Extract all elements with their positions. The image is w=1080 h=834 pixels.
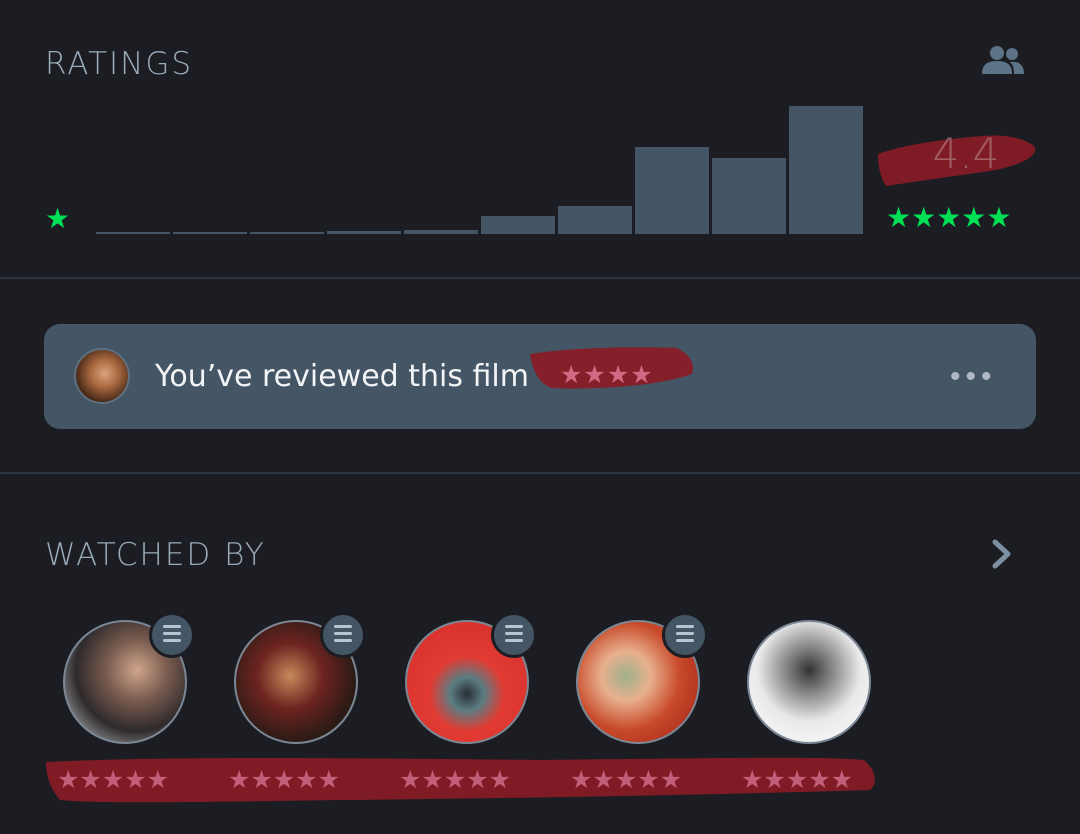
review-card[interactable]: You’ve reviewed this film ★★★★ •••: [44, 324, 1036, 429]
histogram-bar[interactable]: [558, 206, 632, 234]
watcher-rating-stars: ★★★★★: [57, 766, 170, 794]
watcher-rating-stars: ★★★★★: [570, 766, 683, 794]
ratings-title: RATINGS: [45, 46, 194, 82]
divider: [0, 277, 1080, 279]
histogram-bar[interactable]: [635, 147, 709, 234]
watcher-avatar[interactable]: [747, 620, 871, 744]
user-avatar: [74, 348, 130, 404]
histogram-bar[interactable]: [96, 232, 170, 234]
histogram-bar[interactable]: [789, 106, 863, 234]
histogram-bar[interactable]: [173, 232, 247, 234]
histogram-bar[interactable]: [327, 231, 401, 234]
watcher-item[interactable]: [576, 612, 708, 744]
watcher-rating-stars: ★★★★★: [228, 766, 341, 794]
list-icon: [320, 612, 366, 658]
watched-by-title: WATCHED BY: [45, 537, 266, 573]
watcher-item[interactable]: [747, 620, 871, 744]
review-status-text: You’ve reviewed this film: [155, 359, 529, 394]
histogram-bar[interactable]: [250, 232, 324, 234]
watcher-rating-stars: ★★★★★: [741, 766, 854, 794]
high-rating-stars: ★★★★★: [886, 202, 1012, 233]
watcher-item[interactable]: [63, 612, 195, 744]
watcher-rating-stars: ★★★★★: [399, 766, 512, 794]
average-rating-value: 4.4: [932, 129, 1000, 178]
average-rating[interactable]: 4.4: [874, 132, 1040, 190]
ratings-histogram[interactable]: [96, 100, 866, 234]
list-icon: [662, 612, 708, 658]
list-icon: [149, 612, 195, 658]
more-dots-icon[interactable]: •••: [950, 362, 997, 392]
low-rating-star: ★: [45, 203, 71, 234]
watcher-item[interactable]: [405, 612, 537, 744]
histogram-bar[interactable]: [404, 230, 478, 234]
friends-icon[interactable]: [980, 44, 1026, 76]
chevron-right-icon[interactable]: [988, 536, 1016, 572]
list-icon: [491, 612, 537, 658]
histogram-bar[interactable]: [481, 216, 555, 234]
watcher-item[interactable]: [234, 612, 366, 744]
histogram-bar[interactable]: [712, 158, 786, 234]
divider: [0, 472, 1080, 474]
review-rating-stars: ★★★★: [560, 361, 654, 389]
